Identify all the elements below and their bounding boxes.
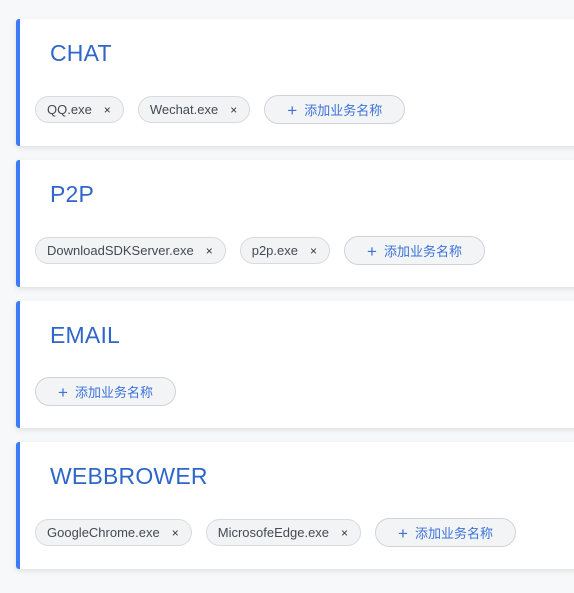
category-list: CHAT QQ.exe × Wechat.exe × + 添加业务名称 P2P … xyxy=(0,0,574,593)
add-button-label: 添加业务名称 xyxy=(304,103,383,118)
tag-list: GoogleChrome.exe × MicrosofeEdge.exe × +… xyxy=(35,518,516,547)
category-title: EMAIL xyxy=(50,322,121,348)
category-card-email: EMAIL + 添加业务名称 xyxy=(16,301,574,428)
app-tag: p2p.exe × xyxy=(239,237,330,264)
close-icon[interactable]: × xyxy=(104,104,111,116)
tag-label: QQ.exe xyxy=(47,102,92,117)
add-service-name-button[interactable]: + 添加业务名称 xyxy=(264,95,406,124)
app-tag: GoogleChrome.exe × xyxy=(35,519,192,546)
category-card-p2p: P2P DownloadSDKServer.exe × p2p.exe × + … xyxy=(16,160,574,287)
plus-icon: + xyxy=(367,242,377,261)
app-tag: DownloadSDKServer.exe × xyxy=(35,237,226,264)
add-service-name-button[interactable]: + 添加业务名称 xyxy=(35,377,176,406)
add-button-label: 添加业务名称 xyxy=(414,526,493,541)
tag-label: Wechat.exe xyxy=(149,102,219,117)
tag-list: + 添加业务名称 xyxy=(35,377,176,406)
close-icon[interactable]: × xyxy=(341,527,348,539)
close-icon[interactable]: × xyxy=(230,104,237,116)
category-card-chat: CHAT QQ.exe × Wechat.exe × + 添加业务名称 xyxy=(16,19,574,146)
add-button-label: 添加业务名称 xyxy=(383,244,462,259)
plus-icon: + xyxy=(287,101,298,120)
category-title: CHAT xyxy=(50,40,112,66)
tag-label: p2p.exe xyxy=(251,243,298,258)
app-tag: MicrosofeEdge.exe × xyxy=(205,519,362,546)
tag-label: MicrosofeEdge.exe xyxy=(217,525,330,540)
category-card-webbrower: WEBBROWER GoogleChrome.exe × MicrosofeEd… xyxy=(16,442,574,569)
close-icon[interactable]: × xyxy=(310,245,317,257)
app-tag: Wechat.exe × xyxy=(137,96,251,123)
add-service-name-button[interactable]: + 添加业务名称 xyxy=(344,236,485,265)
close-icon[interactable]: × xyxy=(172,527,179,539)
plus-icon: + xyxy=(398,524,408,543)
close-icon[interactable]: × xyxy=(206,245,213,257)
add-service-name-button[interactable]: + 添加业务名称 xyxy=(375,518,516,547)
category-title: WEBBROWER xyxy=(50,463,208,489)
tag-list: DownloadSDKServer.exe × p2p.exe × + 添加业务… xyxy=(35,236,485,265)
tag-list: QQ.exe × Wechat.exe × + 添加业务名称 xyxy=(35,95,406,124)
add-button-label: 添加业务名称 xyxy=(74,385,153,400)
tag-label: GoogleChrome.exe xyxy=(47,525,160,540)
tag-label: DownloadSDKServer.exe xyxy=(47,243,194,258)
app-tag: QQ.exe × xyxy=(35,96,124,123)
category-title: P2P xyxy=(50,181,95,207)
plus-icon: + xyxy=(58,383,68,402)
